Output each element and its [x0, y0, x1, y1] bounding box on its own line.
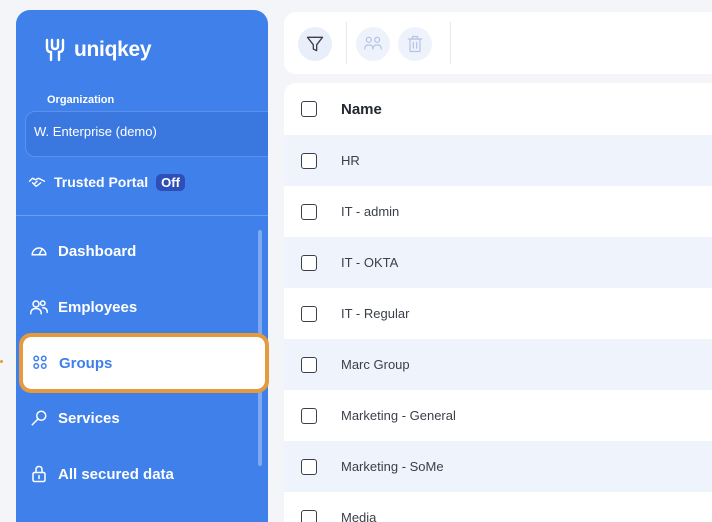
row-checkbox[interactable] [301, 458, 317, 475]
table-row[interactable]: IT - admin [284, 186, 712, 237]
app-window: uniqkey Organization W. Enterprise (demo… [0, 0, 712, 522]
group-name: Media [341, 510, 377, 522]
groups-table: Name HR IT - admin IT - OKTA IT - Regula… [284, 83, 712, 522]
sidebar-item-label: Dashboard [58, 242, 137, 260]
column-header-name[interactable]: Name [341, 101, 382, 118]
trusted-portal-label: Trusted Portal [54, 174, 149, 190]
handshake-icon [28, 177, 46, 187]
sidebar-item-label: All secured data [58, 465, 174, 483]
sidebar-item-label: Services [58, 409, 120, 427]
group-name: Marc Group [341, 357, 410, 372]
row-checkbox[interactable] [301, 407, 317, 424]
assign-group-button[interactable] [356, 27, 390, 61]
sidebar-item-label: Employees [58, 298, 138, 316]
table-row[interactable]: Marc Group [284, 339, 712, 390]
sidebar-item-groups[interactable]: Groups [23, 337, 265, 389]
lock-icon [32, 465, 46, 483]
row-checkbox[interactable] [301, 203, 317, 220]
toolbar [284, 12, 712, 74]
filter-icon [306, 36, 324, 52]
table-row[interactable]: IT - OKTA [284, 237, 712, 288]
select-all-checkbox[interactable] [301, 101, 317, 117]
organization-label: Organization [47, 94, 115, 106]
trusted-portal-toggle[interactable]: Trusted Portal Off [28, 173, 185, 191]
group-name: IT - Regular [341, 306, 410, 321]
row-checkbox[interactable] [301, 254, 317, 271]
organization-select[interactable]: W. Enterprise (demo) [25, 111, 268, 157]
gauge-icon [31, 247, 47, 256]
sidebar: uniqkey Organization W. Enterprise (demo… [16, 10, 268, 522]
table-row[interactable]: Media [284, 492, 712, 522]
toolbar-separator [346, 22, 347, 64]
row-checkbox[interactable] [301, 305, 317, 322]
delete-button[interactable] [398, 27, 432, 61]
logo[interactable]: uniqkey [44, 38, 152, 62]
sidebar-item-dashboard[interactable]: Dashboard [26, 232, 262, 270]
sidebar-divider [16, 215, 268, 216]
users-icon [30, 300, 48, 315]
table-header: Name [284, 83, 712, 135]
row-checkbox[interactable] [301, 509, 317, 522]
table-row[interactable]: IT - Regular [284, 288, 712, 339]
group-name: IT - OKTA [341, 255, 399, 270]
table-row[interactable]: Marketing - General [284, 390, 712, 441]
filter-button[interactable] [298, 27, 332, 61]
row-checkbox[interactable] [301, 152, 317, 169]
uniqkey-logo-icon [45, 38, 65, 62]
row-checkbox[interactable] [301, 356, 317, 373]
group-icon [33, 355, 47, 369]
group-name: IT - admin [341, 204, 400, 219]
logo-text: uniqkey [74, 38, 152, 61]
toolbar-separator [450, 22, 451, 64]
group-name: Marketing - General [341, 408, 456, 423]
group-users-icon [364, 36, 382, 50]
sidebar-item-employees[interactable]: Employees [26, 288, 262, 326]
sidebar-item-label: Groups [59, 354, 113, 372]
trash-icon [407, 35, 423, 53]
table-row[interactable]: HR [284, 135, 712, 186]
sidebar-item-services[interactable]: Services [26, 399, 262, 437]
key-icon [31, 410, 47, 426]
group-name: HR [341, 153, 360, 168]
table-row[interactable]: Marketing - SoMe [284, 441, 712, 492]
sidebar-item-all-secured-data[interactable]: All secured data [26, 455, 262, 493]
group-name: Marketing - SoMe [341, 459, 444, 474]
highlight-marker [0, 360, 3, 363]
status-badge: Off [156, 173, 185, 191]
